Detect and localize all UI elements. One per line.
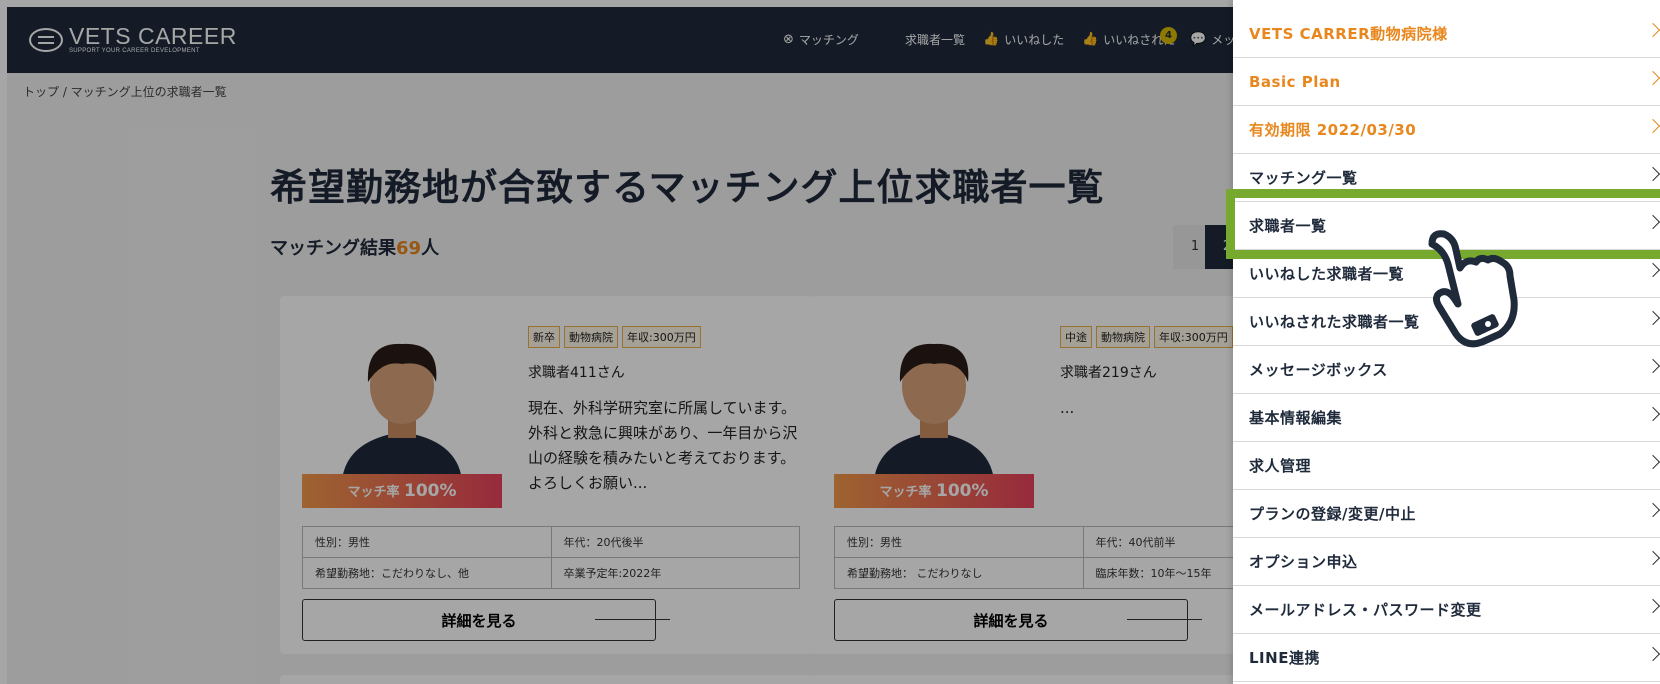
menu-item-basic-info[interactable]: 基本情報編集 bbox=[1233, 394, 1660, 442]
menu-item-options[interactable]: オプション申込 bbox=[1233, 538, 1660, 586]
menu-item-plan-change[interactable]: プランの登録/変更/中止 bbox=[1233, 490, 1660, 538]
menu-item-label: いいねされた求職者一覧 bbox=[1249, 313, 1420, 331]
chevron-right-icon bbox=[1645, 70, 1660, 86]
menu-item-label: Basic Plan bbox=[1249, 72, 1341, 91]
chevron-right-icon bbox=[1645, 166, 1660, 182]
chevron-right-icon bbox=[1645, 22, 1660, 38]
chevron-right-icon bbox=[1645, 550, 1660, 566]
chevron-right-icon bbox=[1645, 358, 1660, 374]
menu-item-label: マッチング一覧 bbox=[1249, 169, 1358, 187]
menu-item-label: メッセージボックス bbox=[1249, 361, 1388, 379]
chevron-right-icon bbox=[1645, 118, 1660, 134]
menu-item-label: プランの登録/変更/中止 bbox=[1249, 505, 1416, 523]
chevron-right-icon bbox=[1645, 406, 1660, 422]
menu-item-label: いいねした求職者一覧 bbox=[1249, 265, 1405, 283]
menu-item-email-password[interactable]: メールアドレス・パスワード変更 bbox=[1233, 586, 1660, 634]
menu-item-label: 基本情報編集 bbox=[1249, 409, 1343, 427]
chevron-right-icon bbox=[1645, 598, 1660, 614]
chevron-right-icon bbox=[1645, 214, 1660, 230]
menu-item-label: オプション申込 bbox=[1249, 553, 1358, 571]
menu-item-label: VETS CARRER動物病院様 bbox=[1249, 25, 1448, 43]
menu-item-plan[interactable]: Basic Plan bbox=[1233, 58, 1660, 106]
pointing-hand-icon bbox=[1428, 230, 1518, 348]
menu-item-job-management[interactable]: 求人管理 bbox=[1233, 442, 1660, 490]
menu-item-matching-list[interactable]: マッチング一覧 bbox=[1233, 154, 1660, 202]
menu-item-message-box[interactable]: メッセージボックス bbox=[1233, 346, 1660, 394]
chevron-right-icon bbox=[1645, 454, 1660, 470]
menu-item-label: 求職者一覧 bbox=[1249, 217, 1327, 235]
chevron-right-icon bbox=[1645, 262, 1660, 278]
menu-item-label: メールアドレス・パスワード変更 bbox=[1249, 601, 1482, 619]
menu-item-label: 有効期限 2022/03/30 bbox=[1249, 121, 1417, 139]
chevron-right-icon bbox=[1645, 502, 1660, 518]
dim-overlay[interactable] bbox=[0, 0, 1233, 684]
menu-item-line[interactable]: LINE連携 bbox=[1233, 634, 1660, 682]
menu-item-expiry[interactable]: 有効期限 2022/03/30 bbox=[1233, 106, 1660, 154]
menu-item-label: LINE連携 bbox=[1249, 649, 1320, 667]
menu-item-label: 求人管理 bbox=[1249, 457, 1312, 475]
chevron-right-icon bbox=[1645, 646, 1660, 662]
menu-item-account[interactable]: VETS CARRER動物病院様 bbox=[1233, 10, 1660, 58]
chevron-right-icon bbox=[1645, 310, 1660, 326]
